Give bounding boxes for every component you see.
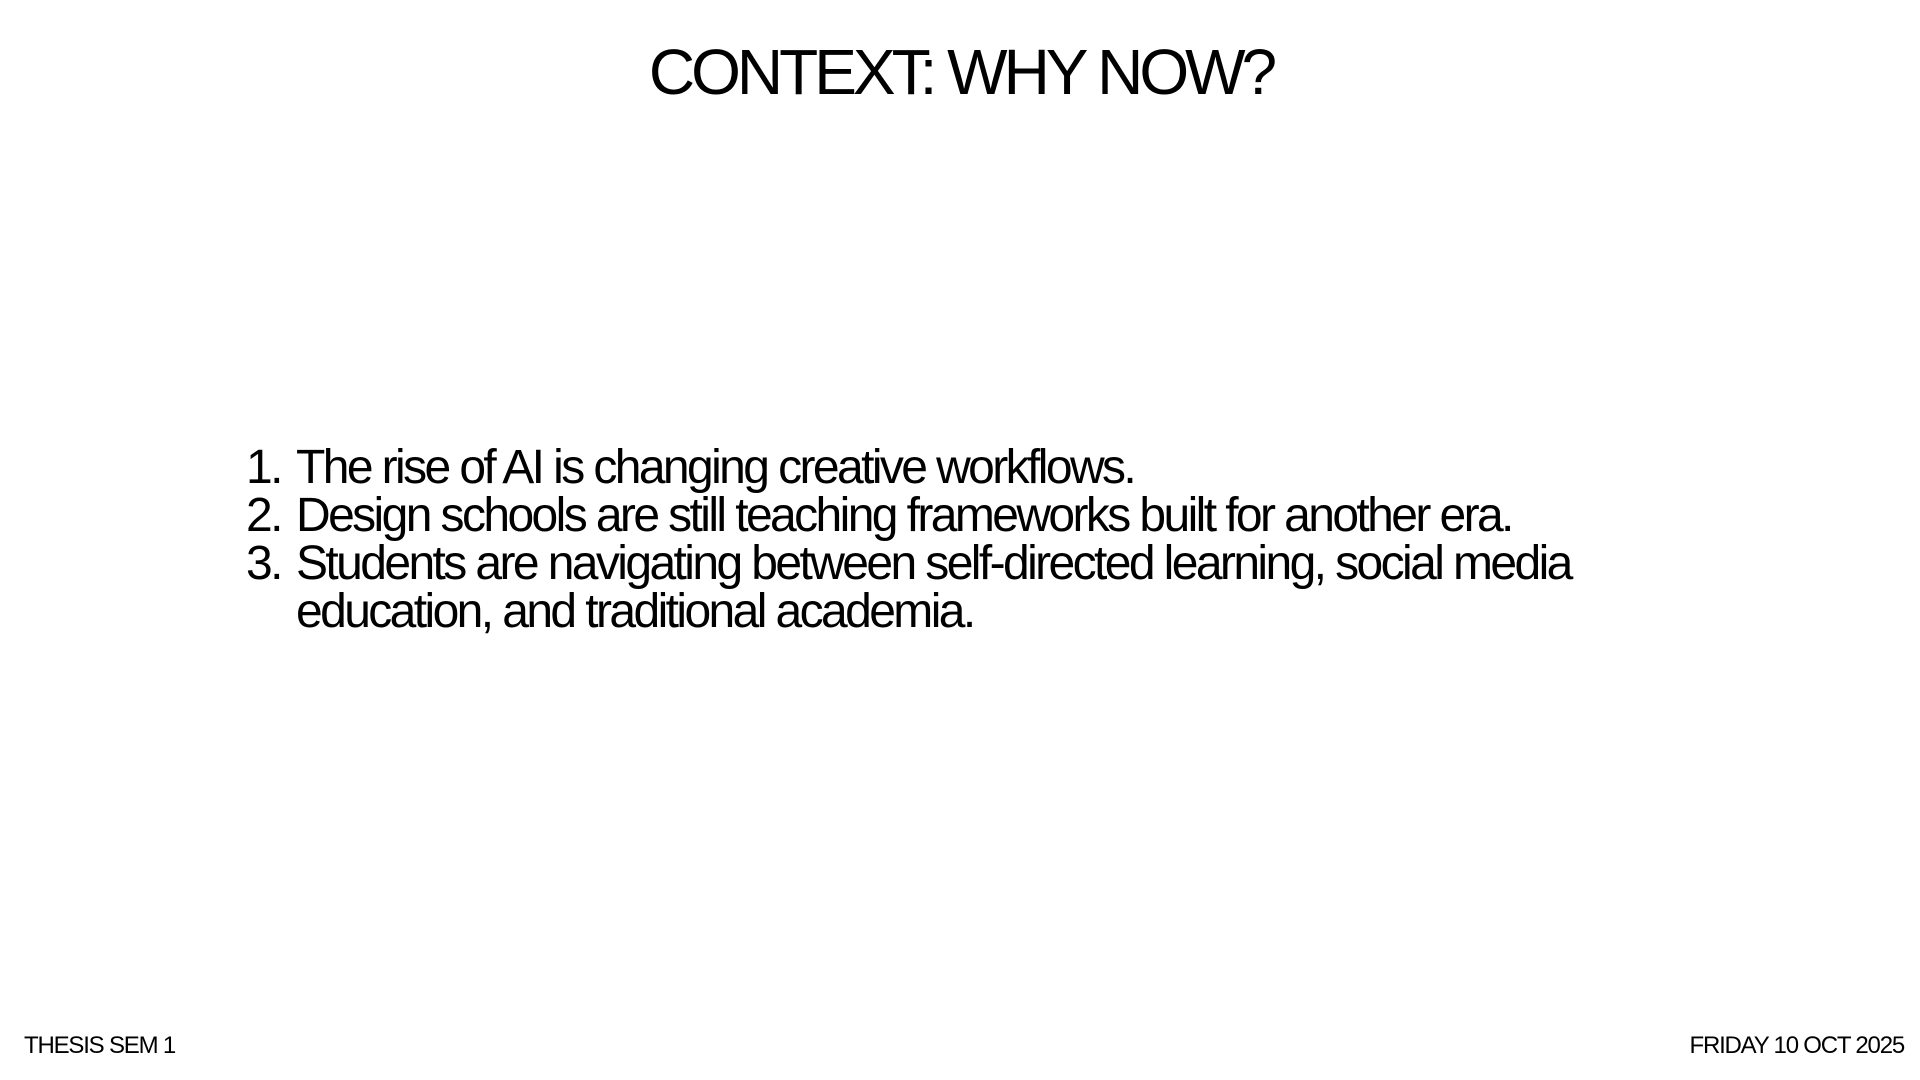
context-point-list: 1. The rise of AI is changing creative wo…	[246, 444, 1746, 636]
course-label: THESIS SEM 1	[24, 1032, 176, 1059]
slide: CONTEXT: WHY NOW? 1. The rise of AI is ch…	[0, 0, 1920, 1080]
context-point-text: Students are navigating between self-dir…	[296, 537, 1573, 638]
context-point-number: 2.	[246, 489, 283, 542]
slide-title: CONTEXT: WHY NOW?	[648, 36, 1277, 108]
context-point-3: 3. Students are navigating between self-d…	[246, 540, 1746, 636]
context-point-number: 3.	[246, 537, 283, 590]
date-label: FRIDAY 10 OCT 2025	[1689, 1032, 1905, 1059]
context-point-2: 2. Design schools are still teaching fram…	[246, 492, 1746, 540]
context-point-number: 1.	[246, 441, 283, 494]
context-point-text: Design schools are still teaching framew…	[296, 489, 1514, 542]
context-point-text: The rise of AI is changing creative work…	[296, 441, 1137, 494]
context-point-1: 1. The rise of AI is changing creative wo…	[246, 444, 1746, 492]
